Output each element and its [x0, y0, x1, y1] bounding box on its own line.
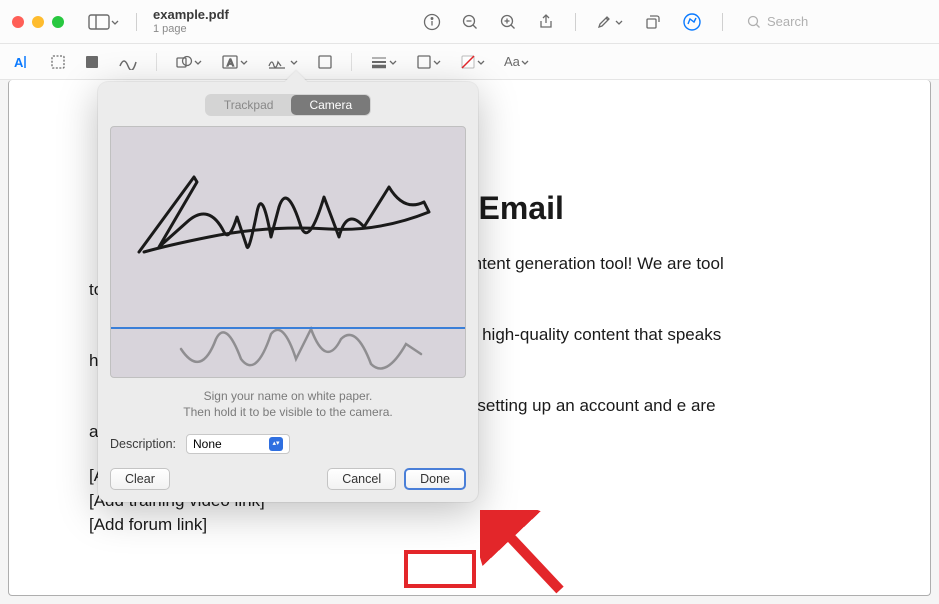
markup-toolbar: A A Aa [0, 44, 939, 80]
note-tool[interactable] [315, 52, 335, 72]
select-arrows-icon: ▴▾ [269, 437, 283, 451]
signature-source-tabs: Trackpad Camera [110, 94, 466, 116]
sign-tool[interactable] [265, 52, 301, 72]
sketch-tool[interactable] [116, 52, 140, 72]
share-button[interactable] [533, 9, 559, 35]
minimize-window-button[interactable] [32, 16, 44, 28]
page-count: 1 page [153, 23, 229, 35]
title-block: example.pdf 1 page [153, 8, 229, 34]
traffic-lights [12, 16, 64, 28]
fill-color-menu[interactable] [458, 52, 488, 72]
cancel-button[interactable]: Cancel [327, 468, 396, 490]
highlight-button[interactable] [592, 9, 628, 35]
signature-popover: Trackpad Camera Sign your name on white … [98, 82, 478, 502]
fullscreen-window-button[interactable] [52, 16, 64, 28]
border-color-menu[interactable] [414, 52, 444, 72]
stroke-menu[interactable] [368, 53, 400, 71]
rotate-button[interactable] [640, 9, 666, 35]
search-placeholder: Search [767, 14, 808, 29]
markup-toggle-button[interactable] [678, 8, 706, 36]
svg-text:A: A [227, 58, 234, 69]
document-title: example.pdf [153, 8, 229, 22]
sidebar-toggle-button[interactable] [84, 10, 124, 34]
tab-trackpad[interactable]: Trackpad [206, 95, 292, 115]
link-placeholder: [Add forum link] [89, 513, 850, 538]
signature-capture-icon [129, 157, 449, 277]
shapes-menu[interactable] [173, 52, 205, 72]
svg-text:A: A [14, 55, 24, 70]
signature-instructions: Sign your name on white paper. Then hold… [110, 388, 466, 420]
font-menu[interactable]: Aa [502, 52, 532, 71]
titlebar: example.pdf 1 page Search [0, 0, 939, 44]
signature-reflection-icon [171, 309, 431, 378]
description-label: Description: [110, 437, 176, 451]
signature-baseline [111, 327, 465, 329]
search-field[interactable]: Search [747, 14, 927, 29]
done-button[interactable]: Done [404, 468, 466, 490]
camera-preview [110, 126, 466, 378]
tab-camera[interactable]: Camera [291, 95, 370, 115]
info-button[interactable] [419, 9, 445, 35]
description-select[interactable]: None ▴▾ [186, 434, 290, 454]
zoom-in-button[interactable] [495, 9, 521, 35]
redact-tool[interactable] [82, 52, 102, 72]
text-tool[interactable]: A [219, 52, 251, 72]
close-window-button[interactable] [12, 16, 24, 28]
zoom-out-button[interactable] [457, 9, 483, 35]
text-select-tool[interactable]: A [12, 52, 34, 72]
clear-button[interactable]: Clear [110, 468, 170, 490]
rect-select-tool[interactable] [48, 52, 68, 72]
